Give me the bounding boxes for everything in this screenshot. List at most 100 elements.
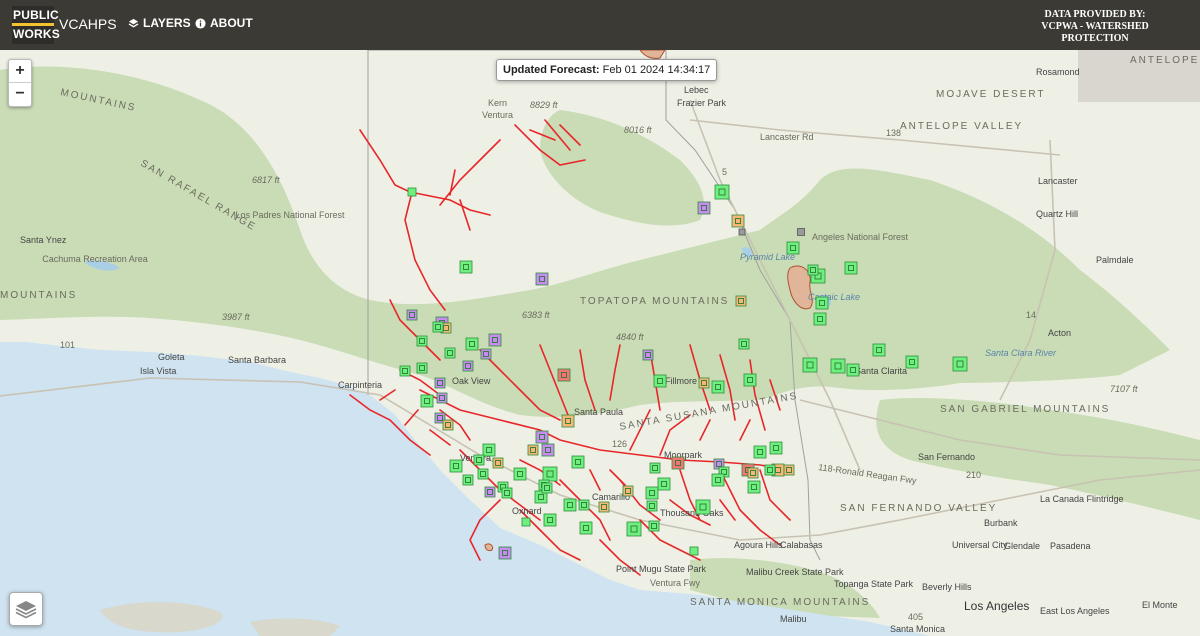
label-goleta: Goleta bbox=[158, 352, 185, 362]
station-marker-purple[interactable] bbox=[406, 309, 418, 321]
station-marker-purple[interactable] bbox=[642, 349, 654, 361]
station-marker-orange[interactable] bbox=[622, 485, 634, 497]
station-marker-green[interactable] bbox=[432, 321, 444, 333]
station-marker-green[interactable] bbox=[542, 466, 558, 482]
basemap-layers-button[interactable] bbox=[9, 592, 43, 626]
station-marker-green[interactable] bbox=[513, 467, 527, 481]
station-marker-orange[interactable] bbox=[698, 377, 710, 389]
station-marker-green[interactable] bbox=[738, 338, 750, 350]
station-marker-green[interactable] bbox=[482, 443, 496, 457]
zoom-in-button[interactable]: + bbox=[9, 60, 31, 83]
station-marker-green[interactable] bbox=[786, 241, 800, 255]
station-marker-orange[interactable] bbox=[492, 457, 504, 469]
station-marker-green[interactable] bbox=[830, 358, 846, 374]
station-marker-green[interactable] bbox=[844, 261, 858, 275]
label-lebec: Lebec bbox=[684, 85, 709, 95]
station-marker-green[interactable] bbox=[501, 487, 513, 499]
station-marker-purple[interactable] bbox=[697, 201, 711, 215]
station-marker-green[interactable] bbox=[689, 546, 699, 556]
station-marker-green[interactable] bbox=[764, 464, 776, 476]
zoom-out-button[interactable]: − bbox=[9, 83, 31, 105]
station-marker-orange[interactable] bbox=[783, 464, 795, 476]
station-marker-purple[interactable] bbox=[488, 333, 502, 347]
station-marker-green[interactable] bbox=[802, 357, 818, 373]
station-marker-green[interactable] bbox=[626, 521, 642, 537]
station-marker-green[interactable] bbox=[462, 474, 474, 486]
station-marker-green[interactable] bbox=[753, 445, 767, 459]
station-marker-gray[interactable] bbox=[738, 228, 746, 236]
station-marker-green[interactable] bbox=[477, 468, 489, 480]
station-marker-green[interactable] bbox=[571, 455, 585, 469]
station-marker-green[interactable] bbox=[473, 454, 485, 466]
station-marker-purple[interactable] bbox=[480, 348, 492, 360]
station-marker-gray[interactable] bbox=[797, 228, 805, 236]
station-marker-green[interactable] bbox=[711, 473, 725, 487]
label-elev-8016: 8016 ft bbox=[624, 125, 652, 135]
station-marker-purple[interactable] bbox=[541, 443, 555, 457]
station-marker-orange[interactable] bbox=[561, 414, 575, 428]
forecast-banner: Updated Forecast: Feb 01 2024 14:34:17 bbox=[496, 59, 718, 81]
station-marker-green[interactable] bbox=[653, 374, 667, 388]
station-marker-green[interactable] bbox=[769, 441, 783, 455]
station-marker-green[interactable] bbox=[459, 260, 473, 274]
station-marker-red[interactable] bbox=[671, 456, 685, 470]
station-marker-green[interactable] bbox=[657, 477, 671, 491]
station-marker-green[interactable] bbox=[846, 363, 860, 377]
station-marker-purple[interactable] bbox=[498, 546, 512, 560]
station-marker-green[interactable] bbox=[416, 362, 428, 374]
station-marker-orange[interactable] bbox=[527, 444, 539, 456]
station-marker-green[interactable] bbox=[905, 355, 919, 369]
station-marker-purple[interactable] bbox=[535, 430, 549, 444]
label-mojave: MOJAVE DESERT bbox=[936, 89, 1046, 100]
about-button[interactable]: ABOUT bbox=[195, 16, 253, 30]
station-marker-green[interactable] bbox=[465, 337, 479, 351]
station-marker-green[interactable] bbox=[695, 499, 711, 515]
station-marker-green[interactable] bbox=[711, 380, 725, 394]
station-marker-green[interactable] bbox=[747, 480, 761, 494]
station-marker-purple[interactable] bbox=[434, 377, 446, 389]
station-marker-green[interactable] bbox=[645, 486, 659, 500]
station-marker-orange[interactable] bbox=[598, 501, 610, 513]
label-santa-clara-river: Santa Clara River bbox=[985, 348, 1057, 358]
station-marker-green[interactable] bbox=[649, 462, 661, 474]
station-marker-orange[interactable] bbox=[747, 467, 759, 479]
station-marker-green[interactable] bbox=[399, 365, 411, 377]
station-marker-green[interactable] bbox=[521, 517, 531, 527]
station-marker-green[interactable] bbox=[420, 394, 434, 408]
label-elev-3987: 3987 ft bbox=[222, 312, 250, 322]
station-marker-green[interactable] bbox=[541, 482, 553, 494]
station-marker-purple[interactable] bbox=[462, 360, 474, 372]
station-marker-green[interactable] bbox=[579, 521, 593, 535]
data-provider: DATA PROVIDED BY: VCPWA - WATERSHED PROT… bbox=[1040, 9, 1150, 45]
station-marker-orange[interactable] bbox=[731, 214, 745, 228]
station-marker-green[interactable] bbox=[563, 498, 577, 512]
station-marker-orange[interactable] bbox=[735, 295, 747, 307]
label-elev-8829: 8829 ft bbox=[530, 100, 558, 110]
station-marker-green[interactable] bbox=[872, 343, 886, 357]
station-marker-green[interactable] bbox=[407, 187, 417, 197]
station-marker-green[interactable] bbox=[807, 264, 819, 276]
station-marker-green[interactable] bbox=[743, 373, 757, 387]
station-marker-green[interactable] bbox=[444, 347, 456, 359]
layers-button[interactable]: LAYERS bbox=[128, 16, 191, 30]
station-marker-purple[interactable] bbox=[535, 272, 549, 286]
watershed-map[interactable]: MOUNTAINS SAN RAFAEL RANGE TOPATOPA MOUN… bbox=[0, 50, 1200, 636]
station-marker-green[interactable] bbox=[416, 335, 428, 347]
label-oxnard: Oxnard bbox=[512, 506, 542, 516]
station-marker-green[interactable] bbox=[813, 312, 827, 326]
station-marker-orange[interactable] bbox=[442, 419, 454, 431]
label-beverly-hills: Beverly Hills bbox=[922, 582, 972, 592]
station-marker-green[interactable] bbox=[646, 500, 658, 512]
station-marker-green[interactable] bbox=[648, 520, 660, 532]
station-marker-green[interactable] bbox=[815, 296, 829, 310]
label-elev-4840: 4840 ft bbox=[616, 332, 644, 342]
station-marker-green[interactable] bbox=[952, 356, 968, 372]
label-route-138: 138 bbox=[886, 128, 901, 138]
station-marker-green[interactable] bbox=[449, 459, 463, 473]
station-marker-green[interactable] bbox=[714, 184, 730, 200]
station-marker-green[interactable] bbox=[543, 513, 557, 527]
station-marker-purple[interactable] bbox=[436, 392, 448, 404]
station-marker-purple[interactable] bbox=[484, 486, 496, 498]
station-marker-red[interactable] bbox=[557, 368, 571, 382]
station-marker-green[interactable] bbox=[578, 499, 590, 511]
